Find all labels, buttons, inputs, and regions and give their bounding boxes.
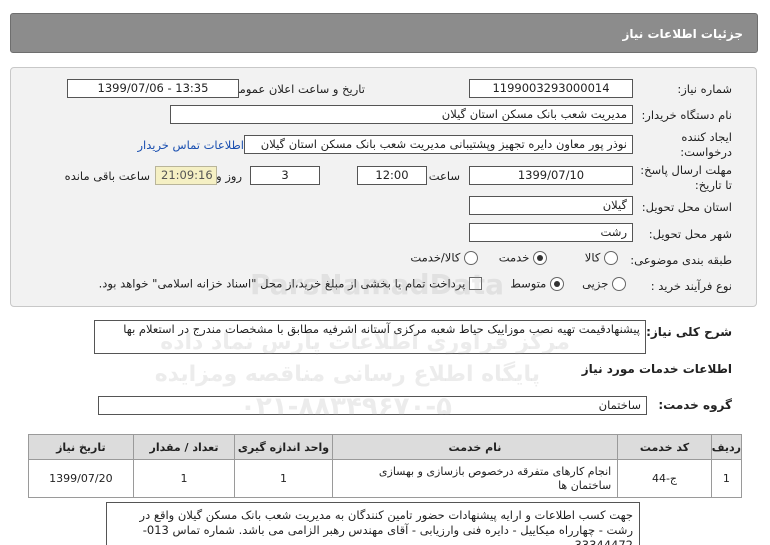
announce-date-field[interactable]: 1399/07/06 - 13:35 — [67, 79, 239, 98]
city-field[interactable]: رشت — [469, 223, 633, 242]
province-field[interactable]: گیلان — [469, 196, 633, 215]
buyer-field[interactable]: مدیریت شعب بانک مسکن استان گیلان — [170, 105, 633, 124]
category-option-service[interactable]: خدمت — [499, 250, 547, 265]
services-section-title: اطلاعات خدمات مورد نیاز — [581, 362, 732, 376]
category-option-goods[interactable]: کالا — [585, 250, 618, 265]
col-quantity: تعداد / مقدار — [132, 434, 236, 460]
watermark-line2: پایگاه اطلاع رسانی مناقصه ومزایده — [154, 362, 540, 387]
deadline-date-field[interactable]: 1399/07/10 — [469, 166, 633, 185]
col-row: ردیف — [710, 434, 743, 460]
remaining-time-field: 21:09:16 — [155, 166, 217, 185]
details-panel — [10, 67, 757, 307]
creator-label: ایجاد کننده — [681, 130, 732, 144]
radio-service[interactable] — [533, 250, 547, 265]
process-option-small[interactable]: جزیی — [582, 276, 626, 291]
col-service-code: کد خدمت — [617, 434, 712, 460]
radio-small[interactable] — [612, 276, 626, 291]
need-number-label: شماره نیاز: — [677, 82, 732, 96]
deadline-label-2: تا تاریخ: — [694, 178, 732, 192]
days-field[interactable]: 3 — [250, 166, 320, 185]
treasury-payment-option[interactable]: پرداخت تمام یا بخشی از مبلغ خرید،از محل … — [99, 276, 482, 291]
deadline-time-field[interactable]: 12:00 — [357, 166, 427, 185]
buyer-label: نام دستگاه خریدار: — [641, 108, 732, 122]
buyer-contact-link[interactable]: اطلاعات تماس خریدار — [137, 138, 244, 152]
process-type-label: نوع فرآیند خرید : — [650, 279, 732, 293]
category-label: طبقه بندی موضوعی: — [630, 253, 732, 267]
radio-medium[interactable] — [550, 276, 564, 291]
category-option-goods-service[interactable]: کالا/خدمت — [410, 250, 478, 265]
service-group-field[interactable]: ساختمان — [98, 396, 647, 415]
cell-unit: 1 — [234, 459, 333, 498]
radio-goods[interactable] — [604, 250, 618, 265]
col-service-name: نام خدمت — [331, 434, 619, 460]
deadline-time-label: ساعت — [428, 169, 460, 183]
cell-service-name: انجام کارهای متفرقه درخصوص بازسازی و بهس… — [331, 459, 619, 498]
creator-label-2: درخواست: — [680, 145, 732, 159]
service-group-label: گروه خدمت: — [658, 398, 732, 412]
cell-service-code: ج-44 — [617, 459, 712, 498]
col-unit: واحد اندازه گیری — [234, 434, 333, 460]
creator-field[interactable]: نوذر پور معاون دایره تجهیز وپشتیبانی مدی… — [244, 135, 633, 154]
province-label: استان محل تحویل: — [641, 200, 732, 214]
cell-row: 1 — [710, 459, 743, 498]
page-header: جزئیات اطلاعات نیاز — [10, 13, 758, 53]
city-label: شهر محل تحویل: — [648, 227, 732, 241]
col-need-date: تاریخ نیاز — [28, 434, 134, 460]
table-row[interactable]: 1 ج-44 انجام کارهای متفرقه درخصوص بازساز… — [28, 459, 743, 498]
days-label: روز و — [216, 169, 242, 183]
announce-date-label: تاریخ و ساعت اعلان عمومی: — [226, 82, 365, 96]
remaining-label: ساعت باقی مانده — [64, 169, 150, 183]
treasury-note: پرداخت تمام یا بخشی از مبلغ خرید،از محل … — [98, 276, 466, 291]
cell-quantity: 1 — [132, 459, 236, 498]
summary-field[interactable]: پیشنهادقیمت تهیه نصب موزاییک حیاط شعبه م… — [94, 320, 646, 354]
deadline-label: مهلت ارسال پاسخ: — [640, 163, 732, 177]
services-table: ردیف کد خدمت نام خدمت واحد اندازه گیری ت… — [28, 434, 743, 498]
radio-goods-service[interactable] — [464, 250, 478, 265]
description-box[interactable]: جهت کسب اطلاعات و ارایه پیشنهادات حضور ت… — [106, 502, 640, 545]
process-option-medium[interactable]: متوسط — [510, 276, 564, 291]
table-header-row: ردیف کد خدمت نام خدمت واحد اندازه گیری ت… — [28, 434, 743, 460]
need-number-field[interactable]: 1199003293000014 — [469, 79, 633, 98]
cell-need-date: 1399/07/20 — [28, 459, 134, 498]
treasury-checkbox[interactable] — [469, 277, 482, 290]
summary-label: شرح کلی نیاز: — [646, 325, 732, 339]
